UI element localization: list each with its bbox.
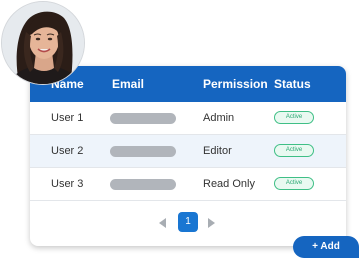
email-placeholder: [110, 146, 176, 157]
email-placeholder: [110, 179, 176, 190]
user-name-cell: User 1: [51, 112, 84, 124]
pagination: 1: [30, 209, 346, 237]
chevron-left-icon[interactable]: [159, 218, 166, 228]
users-table: Name Email Permission Status User 1 Admi…: [30, 66, 346, 246]
user-name-cell: User 2: [51, 145, 84, 157]
user-photo-icon: [2, 2, 84, 84]
user-table-widget: Name Email Permission Status User 1 Admi…: [0, 0, 360, 258]
permission-cell: Editor: [203, 145, 232, 157]
page-button-current[interactable]: 1: [178, 212, 198, 232]
table-row[interactable]: User 1 Admin Active: [30, 102, 346, 135]
avatar: [1, 1, 85, 85]
column-header-permission[interactable]: Permission: [203, 77, 268, 91]
column-header-email[interactable]: Email: [112, 77, 144, 91]
table-row[interactable]: User 2 Editor Active: [30, 135, 346, 168]
user-name-cell: User 3: [51, 178, 84, 190]
table-header: Name Email Permission Status: [30, 66, 346, 102]
status-badge: Active: [274, 111, 314, 124]
status-badge: Active: [274, 144, 314, 157]
status-badge: Active: [274, 177, 314, 190]
table-row[interactable]: User 3 Read Only Active: [30, 168, 346, 201]
permission-cell: Admin: [203, 112, 235, 124]
email-placeholder: [110, 113, 176, 124]
column-header-status[interactable]: Status: [274, 77, 311, 91]
chevron-right-icon[interactable]: [208, 218, 215, 228]
permission-cell: Read Only: [203, 178, 255, 190]
add-user-button[interactable]: + Add: [293, 236, 359, 258]
